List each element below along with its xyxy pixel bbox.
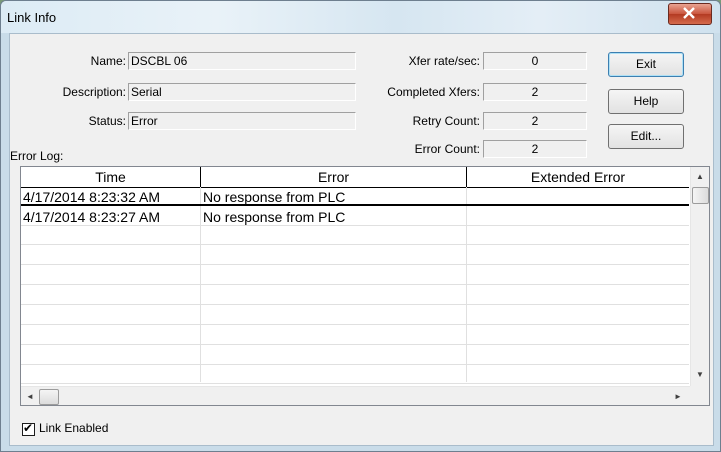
error-count-field: 2 [483,140,587,158]
status-label: Status: [88,114,126,128]
name-field: DSCBL 06 [128,52,356,70]
extended-error-cell [467,188,689,206]
column-header-error[interactable]: Error [201,167,467,187]
scroll-up-arrow-icon[interactable]: ▲ [696,172,704,182]
list-header: Time Error Extended Error [21,167,689,188]
retry-count-label: Retry Count: [412,114,480,128]
link-enabled-label[interactable]: Link Enabled [39,421,108,435]
time-cell: 4/17/2014 8:23:27 AM [23,209,160,225]
column-header-extended-error[interactable]: Extended Error [467,167,689,187]
empty-row [21,366,689,384]
empty-row [21,227,689,245]
empty-row [21,327,689,345]
completed-xfers-field: 2 [483,83,587,101]
table-row[interactable]: 4/17/2014 8:23:32 AM No response from PL… [21,188,689,206]
xfer-rate-field: 0 [483,52,587,70]
error-log-label: Error Log: [10,149,64,163]
title-bar[interactable]: Link Info [1,1,720,33]
extended-error-cell [467,208,689,226]
exit-button[interactable]: Exit [608,52,684,77]
help-button[interactable]: Help [608,89,684,114]
description-field: Serial [128,83,356,101]
edit-button[interactable]: Edit... [608,124,684,149]
error-cell: No response from PLC [203,209,346,225]
empty-row [21,347,689,365]
column-header-time[interactable]: Time [21,167,201,187]
table-row[interactable]: 4/17/2014 8:23:27 AM No response from PL… [21,208,689,226]
scroll-down-arrow-icon[interactable]: ▼ [696,370,704,380]
vertical-scrollbar[interactable]: ▲ ▼ [690,167,709,386]
checkmark-icon: ✔ [23,421,34,435]
scroll-right-arrow-icon[interactable]: ► [674,392,682,402]
retry-count-field: 2 [483,112,587,130]
empty-row [21,307,689,325]
empty-row [21,267,689,285]
scrollbar-corner [690,386,709,405]
link-enabled-checkbox[interactable]: ✔ [22,421,35,436]
name-label: Name: [90,54,126,68]
empty-row [21,247,689,265]
xfer-rate-label: Xfer rate/sec: [408,54,480,68]
link-info-window: Link Info Name: DSCBL 06 Description: Se… [0,0,721,452]
description-label: Description: [62,85,126,99]
status-field: Error [128,112,356,130]
time-cell: 4/17/2014 8:23:32 AM [23,189,160,205]
error-cell: No response from PLC [203,189,346,205]
scroll-left-arrow-icon[interactable]: ◄ [26,392,34,402]
close-icon [683,7,695,19]
vertical-scroll-thumb[interactable] [692,187,709,204]
empty-row [21,287,689,305]
window-title: Link Info [7,10,57,25]
completed-xfers-label: Completed Xfers: [387,85,480,99]
horizontal-scrollbar[interactable]: ◄ ► [21,386,690,405]
close-button[interactable] [668,3,712,25]
error-count-label: Error Count: [414,142,480,156]
error-log-list[interactable]: Time Error Extended Error 4/17/2014 8:23… [20,166,710,406]
horizontal-scroll-thumb[interactable] [39,389,59,405]
